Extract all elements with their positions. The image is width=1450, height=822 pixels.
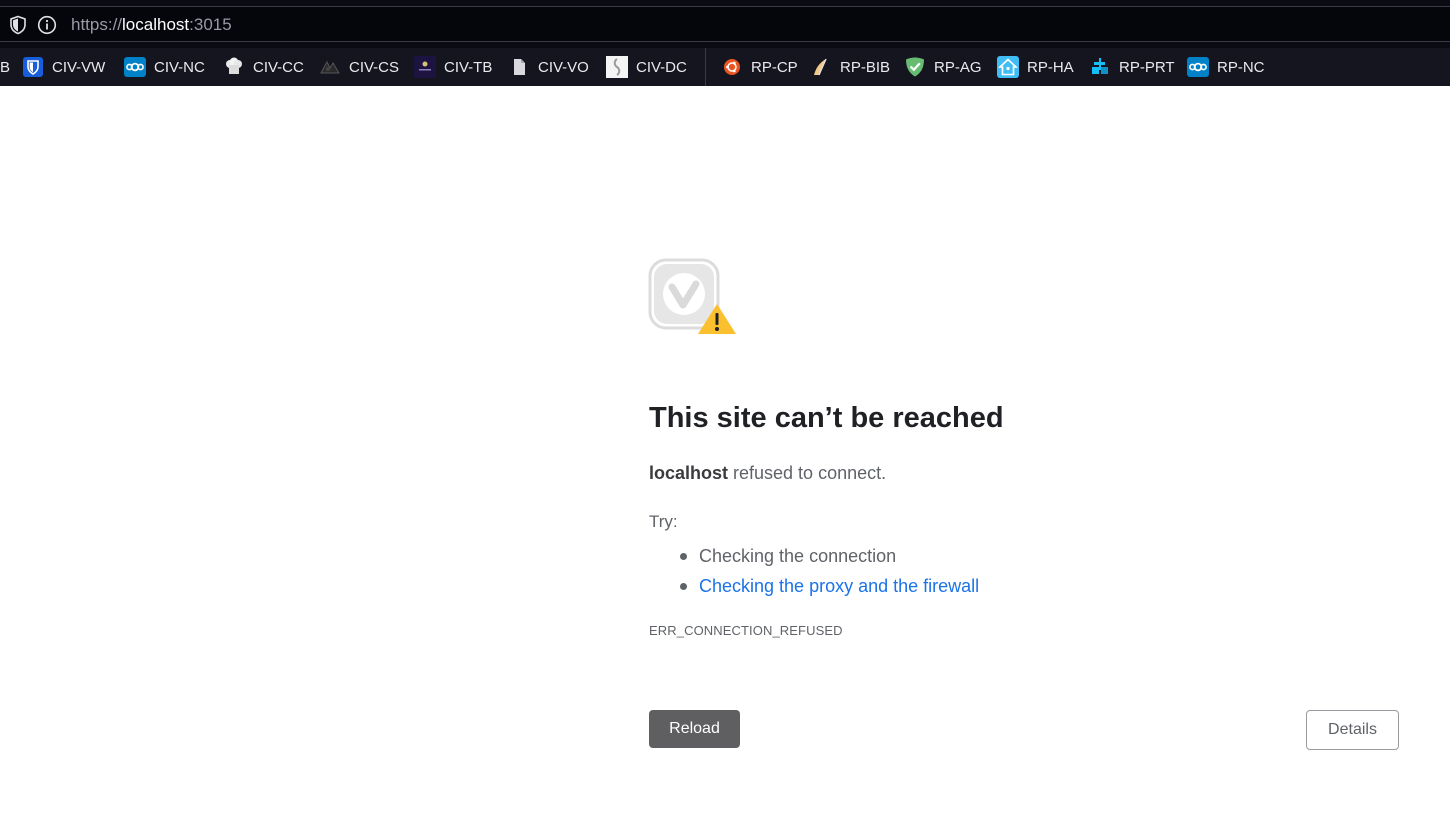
error-code: ERR_CONNECTION_REFUSED: [649, 623, 843, 638]
bookmark-civ-vw[interactable]: CIV-VW: [22, 48, 105, 86]
suggestion-link[interactable]: Checking the proxy and the firewall: [679, 571, 979, 601]
bookmark-label: RP-NC: [1217, 58, 1265, 76]
url-host: localhost: [122, 15, 190, 34]
error-message-text: refused to connect.: [728, 463, 887, 483]
info-icon[interactable]: [37, 15, 57, 35]
bookmark-rp-bib[interactable]: RP-BIB: [810, 48, 890, 86]
home-assistant-icon: [997, 56, 1019, 78]
bookmark-label: CIV-DC: [636, 58, 687, 76]
bookmark-label: RP-AG: [934, 58, 982, 76]
url-field[interactable]: https://localhost:3015: [0, 6, 1450, 42]
bookmark-civ-tb[interactable]: CIV-TB: [414, 48, 492, 86]
suggestion-list: Checking the connection Checking the pro…: [679, 541, 979, 601]
bookmarks-bar: B CIV-VW CIV-NC CIV-CC CIV-CS CIV-TB CIV…: [0, 48, 1450, 86]
bookmark-civ-dc[interactable]: CIV-DC: [606, 48, 687, 86]
bookmark-rp-nc[interactable]: RP-NC: [1187, 48, 1265, 86]
details-button[interactable]: Details: [1306, 710, 1399, 750]
page-title: This site can’t be reached: [649, 402, 1004, 434]
nextcloud-icon: [1187, 57, 1209, 77]
bookmark-partial-label: B: [0, 58, 11, 76]
vivaldi-error-icon: [648, 258, 736, 334]
bookmark-civ-vo[interactable]: CIV-VO: [508, 48, 589, 86]
bookmark-label: CIV-TB: [444, 58, 493, 76]
bird-icon: [814, 58, 827, 76]
bitwarden-icon: [23, 57, 43, 77]
bookmark-label: CIV-VW: [52, 58, 106, 76]
bookmark-rp-prt[interactable]: RP-PRT: [1089, 48, 1175, 86]
try-label: Try:: [649, 512, 678, 531]
bookmark-label: RP-BIB: [840, 58, 891, 76]
reload-button[interactable]: Reload: [649, 710, 740, 748]
bookmark-label: RP-CP: [751, 58, 798, 76]
document-icon: [514, 59, 525, 75]
bookmark-civ-cs[interactable]: CIV-CS: [319, 48, 399, 86]
adguard-shield-icon: [906, 57, 924, 77]
bookmark-label: RP-HA: [1027, 58, 1074, 76]
url-text[interactable]: https://localhost:3015: [71, 15, 232, 35]
suggestion-item: Checking the connection: [679, 541, 979, 571]
bookmark-partial[interactable]: B: [0, 48, 10, 86]
dark-logo-icon: [320, 60, 340, 74]
address-bar: https://localhost:3015: [0, 0, 1450, 48]
url-port: :3015: [189, 15, 232, 34]
error-host: localhost: [649, 463, 729, 483]
purple-app-icon: [414, 56, 436, 78]
portainer-icon: [1092, 58, 1108, 74]
bookmark-label: CIV-VO: [538, 58, 589, 76]
bookmark-separator: [705, 48, 706, 86]
white-app-icon: [606, 56, 628, 78]
chef-hat-icon: [226, 57, 242, 74]
bookmark-label: CIV-NC: [154, 58, 205, 76]
bookmark-rp-ha[interactable]: RP-HA: [997, 48, 1074, 86]
bookmark-civ-nc[interactable]: CIV-NC: [124, 48, 205, 86]
bookmark-civ-cc[interactable]: CIV-CC: [223, 48, 304, 86]
ubuntu-icon: [724, 59, 740, 75]
bookmark-rp-ag[interactable]: RP-AG: [904, 48, 982, 86]
shield-icon[interactable]: [8, 15, 28, 35]
nextcloud-icon: [124, 57, 146, 77]
bookmark-label: RP-PRT: [1119, 58, 1175, 76]
bookmark-rp-cp[interactable]: RP-CP: [721, 48, 798, 86]
error-message: localhost refused to connect.: [649, 463, 886, 484]
bookmark-label: CIV-CS: [349, 58, 400, 76]
url-scheme: https://: [71, 15, 123, 34]
bookmark-label: CIV-CC: [253, 58, 304, 76]
